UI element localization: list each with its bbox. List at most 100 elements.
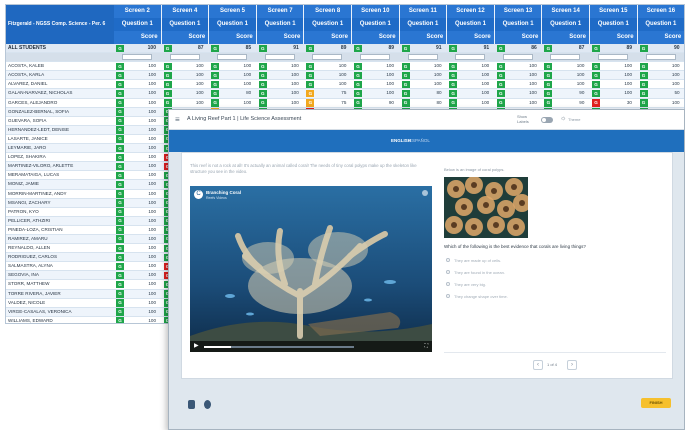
student-name[interactable]: MSANGI, ZACHARY	[8, 199, 114, 207]
language-spanish-tab[interactable]: ESPAÑOL	[409, 138, 430, 143]
grade-badge[interactable]: G	[544, 99, 553, 107]
theme-icon[interactable]: ☼	[560, 115, 566, 122]
grade-badge[interactable]: G	[116, 217, 124, 225]
grade-badge[interactable]: G	[449, 99, 458, 107]
student-name[interactable]: MORRIN-MARTINEZ, ANDY	[8, 190, 114, 198]
student-name[interactable]: VALDEZ, NICOLE	[8, 299, 114, 307]
video-player[interactable]: C Branching Coral Reefs Videos ▶ ⛶	[190, 186, 432, 352]
grade-badge[interactable]: G	[258, 62, 267, 71]
grade-badge[interactable]: G	[449, 62, 458, 71]
grade-badge[interactable]: G	[211, 99, 220, 107]
grade-badge[interactable]: G	[544, 44, 553, 52]
grade-badge[interactable]: G	[116, 244, 124, 253]
grade-badge[interactable]: G	[496, 44, 505, 52]
grade-badge[interactable]: G	[116, 317, 124, 323]
grade-badge[interactable]: G	[639, 62, 648, 71]
grade-badge[interactable]: G	[116, 262, 124, 271]
grade-badge[interactable]: G	[258, 44, 267, 52]
grade-badge[interactable]: G	[306, 62, 315, 71]
show-labels-toggle[interactable]	[541, 117, 553, 123]
filter-dropdown[interactable]	[217, 54, 248, 61]
grade-badge[interactable]: G	[544, 89, 553, 98]
student-name[interactable]: ACOSTA, KALEB	[8, 62, 114, 70]
fullscreen-icon[interactable]: ⛶	[424, 343, 428, 350]
grade-badge[interactable]: G	[639, 89, 648, 98]
grade-badge[interactable]: G	[258, 80, 267, 89]
grade-badge[interactable]: G	[116, 271, 124, 280]
grade-badge[interactable]: G	[306, 44, 315, 52]
grade-badge[interactable]: G	[639, 44, 648, 52]
grade-badge[interactable]: G	[116, 99, 124, 107]
grade-badge[interactable]: G	[116, 71, 124, 80]
grade-badge[interactable]: G	[592, 99, 600, 107]
grade-badge[interactable]: G	[401, 62, 410, 71]
grade-badge[interactable]: G	[401, 99, 410, 107]
screen-header[interactable]: Screen 7	[256, 5, 305, 18]
grade-badge[interactable]: G	[116, 280, 124, 289]
grade-badge[interactable]: G	[306, 99, 315, 107]
grade-badge[interactable]: G	[163, 62, 172, 71]
grade-badge[interactable]: G	[639, 99, 648, 107]
student-name[interactable]: SEGOVIA, INA	[8, 271, 114, 279]
student-name[interactable]: HERNANDEZ-LEDT, DENISE	[8, 126, 114, 134]
video-menu-icon[interactable]	[422, 190, 428, 196]
screen-header[interactable]: Screen 16	[637, 5, 684, 18]
answer-option-1[interactable]: They are made up of cells.	[444, 255, 644, 266]
radio-icon[interactable]	[446, 270, 450, 274]
grade-badge[interactable]: G	[496, 89, 505, 98]
grade-badge[interactable]: G	[211, 62, 220, 71]
filter-dropdown[interactable]	[455, 54, 486, 61]
grade-badge[interactable]: G	[592, 71, 600, 80]
student-name[interactable]: VIRGE-CASALAS, VERONICA	[8, 308, 114, 316]
grade-badge[interactable]: G	[116, 117, 124, 125]
grade-badge[interactable]: G	[116, 126, 124, 134]
grade-badge[interactable]: G	[496, 71, 505, 80]
finish-button[interactable]: FINISH	[641, 398, 671, 408]
grade-badge[interactable]: G	[211, 71, 220, 80]
grade-badge[interactable]: G	[116, 144, 124, 153]
filter-dropdown[interactable]	[169, 54, 200, 61]
grade-badge[interactable]: G	[258, 99, 267, 107]
grade-badge[interactable]: G	[449, 89, 458, 98]
grade-badge[interactable]: G	[258, 71, 267, 80]
grade-badge[interactable]: G	[116, 190, 124, 198]
grade-badge[interactable]: G	[496, 62, 505, 71]
screen-header[interactable]: Screen 4	[161, 5, 210, 18]
student-name[interactable]: SALMASTRA, ALYNA	[8, 262, 114, 270]
grade-badge[interactable]: G	[354, 89, 362, 98]
filter-dropdown[interactable]	[312, 54, 343, 61]
help-icon[interactable]	[204, 400, 211, 409]
grade-badge[interactable]: G	[354, 99, 362, 107]
answer-option-3[interactable]: They are very big.	[444, 279, 644, 290]
student-name[interactable]: REYNALDO, ALLEN	[8, 244, 114, 252]
previous-button[interactable]: ‹	[533, 360, 543, 370]
grade-badge[interactable]: G	[116, 199, 124, 207]
grade-badge[interactable]: G	[163, 80, 172, 89]
student-name[interactable]: GARCES, ALEJANDRO	[8, 99, 114, 107]
grade-badge[interactable]: G	[449, 71, 458, 80]
grade-badge[interactable]: G	[354, 80, 362, 89]
filter-dropdown[interactable]	[550, 54, 581, 61]
screen-header[interactable]: Screen 12	[447, 5, 495, 18]
student-name[interactable]: PATRON, KYO	[8, 208, 114, 216]
grade-badge[interactable]: G	[592, 80, 600, 89]
grade-badge[interactable]: G	[116, 80, 124, 89]
answer-option-4[interactable]: They change shape over time.	[444, 291, 644, 302]
student-name[interactable]: WILLIAMS, EDWARD	[8, 317, 114, 323]
grade-badge[interactable]: G	[592, 62, 600, 71]
student-name[interactable]: ALVAREZ, DANIEL	[8, 80, 114, 88]
grade-badge[interactable]: G	[163, 71, 172, 80]
grade-badge[interactable]: G	[401, 89, 410, 98]
filter-dropdown[interactable]	[502, 54, 533, 61]
grade-badge[interactable]: G	[544, 62, 553, 71]
grade-badge[interactable]: G	[592, 44, 600, 52]
grade-badge[interactable]: G	[401, 71, 410, 80]
student-name[interactable]: GALAN-NARVAEZ, NICHOLAS	[8, 89, 114, 97]
screen-header[interactable]: Screen 8	[304, 5, 352, 18]
screen-header[interactable]: Screen 5	[209, 5, 257, 18]
grade-badge[interactable]: G	[211, 80, 220, 89]
grade-badge[interactable]: G	[496, 99, 505, 107]
grade-badge[interactable]: G	[163, 44, 172, 52]
student-name[interactable]: LASARTE, JANICE	[8, 135, 114, 143]
grade-badge[interactable]: G	[116, 108, 124, 116]
